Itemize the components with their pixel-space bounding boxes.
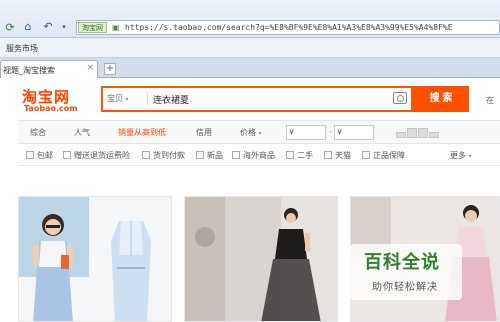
filter-bar: 包邮 赠送退货运费险 货到付款 新品 海外商品 二手 天猫 正品保障 更多 ▾ [18, 144, 500, 166]
checkbox-icon[interactable] [142, 151, 150, 159]
search-button[interactable]: 搜 索 [413, 86, 469, 112]
lock-icon: ▣ [112, 23, 120, 32]
checkbox-icon[interactable] [26, 151, 34, 159]
filter-tmall[interactable]: 天猫 [324, 150, 351, 161]
checkbox-icon[interactable] [196, 151, 204, 159]
sort-popularity[interactable]: 人气 [74, 127, 90, 138]
filter-label: 货到付款 [153, 151, 185, 160]
watermark-subtitle: 助你轻松解决 [372, 282, 438, 293]
filter-label: 赠送退货运费险 [74, 151, 130, 160]
filter-free-shipping[interactable]: 包邮 [26, 150, 53, 161]
search-category-select[interactable]: 宝贝 ▾ [107, 93, 145, 104]
checkbox-icon[interactable] [362, 151, 370, 159]
sort-sales[interactable]: 销量从高到低 [118, 127, 166, 138]
tab-title: 视题_淘宝搜索 [3, 66, 55, 75]
bookmark-service-market[interactable]: 服务市场 [6, 43, 38, 54]
more-label: 更多 [450, 151, 466, 160]
tab-taobao-search[interactable]: 视题_淘宝搜索 × [0, 60, 98, 78]
price-dash: - [329, 127, 332, 136]
filter-overseas[interactable]: 海外商品 [232, 150, 275, 161]
filter-label: 新品 [207, 151, 223, 160]
chevron-down-icon[interactable]: ▾ [56, 20, 72, 34]
address-bar[interactable]: 淘宝网 ▣ https://s.taobao.com/search?q=%E8%… [76, 20, 500, 35]
address-url[interactable]: https://s.taobao.com/search?q=%E8%BF%9E%… [125, 22, 495, 34]
checkbox-icon[interactable] [232, 151, 240, 159]
more-filters[interactable]: 更多 ▾ [450, 150, 472, 161]
refresh-icon[interactable]: ⟳ [2, 21, 18, 35]
product-card[interactable] [184, 196, 338, 322]
watermark: 百科全说 助你轻松解决 [350, 244, 462, 300]
chevron-down-icon: ▾ [468, 153, 472, 160]
filter-label: 海外商品 [243, 151, 275, 160]
close-icon[interactable]: × [86, 63, 94, 73]
filter-label: 天猫 [335, 151, 351, 160]
checkbox-icon[interactable] [286, 151, 294, 159]
home-icon[interactable]: ⌂ [20, 20, 36, 34]
header-right-text[interactable]: 在 [486, 95, 494, 106]
chevron-down-icon: ▾ [258, 130, 262, 137]
checkbox-icon[interactable] [63, 151, 71, 159]
product-image [185, 197, 337, 321]
filter-label: 正品保障 [373, 151, 405, 160]
filter-genuine[interactable]: 正品保障 [362, 150, 405, 161]
divider [147, 92, 148, 106]
chevron-down-icon: ▾ [125, 96, 129, 103]
price-min-input[interactable]: ¥ [286, 125, 326, 140]
filter-return-insurance[interactable]: 赠送退货运费险 [63, 150, 130, 161]
price-max-input[interactable]: ¥ [334, 125, 374, 140]
filter-label: 二手 [297, 151, 313, 160]
filter-secondhand[interactable]: 二手 [286, 150, 313, 161]
new-tab-button[interactable]: + [104, 63, 116, 75]
checkbox-icon[interactable] [324, 151, 332, 159]
view-toggle-icon[interactable] [396, 128, 439, 138]
filter-cash-on-delivery[interactable]: 货到付款 [142, 150, 185, 161]
sort-credit[interactable]: 信用 [196, 127, 212, 138]
filter-new[interactable]: 新品 [196, 150, 223, 161]
watermark-title: 百科全说 [364, 252, 440, 273]
camera-icon[interactable] [393, 92, 407, 104]
sort-comprehensive[interactable]: 综合 [30, 127, 46, 138]
search-category-label: 宝贝 [107, 94, 123, 103]
address-site-badge: 淘宝网 [78, 22, 107, 33]
browser-toolbar: ⟳ ⌂ ↶ ▾ 淘宝网 ▣ https://s.taobao.com/searc… [0, 0, 500, 38]
sort-price-label: 价格 [240, 128, 256, 137]
product-card[interactable] [18, 196, 172, 322]
bookmark-bar: 服务市场 [0, 38, 500, 58]
logo-subtitle: Taobao.com [24, 104, 78, 113]
sort-price[interactable]: 价格 ▾ [240, 127, 262, 138]
undo-icon[interactable]: ↶ [40, 20, 56, 34]
product-image [19, 197, 171, 321]
site-header: 淘宝网 Taobao.com 宝贝 ▾ 搜 索 在 [0, 78, 500, 120]
tab-strip: 视题_淘宝搜索 × + [0, 58, 500, 78]
filter-label: 包邮 [37, 151, 53, 160]
sort-bar: 综合 人气 销量从高到低 信用 价格 ▾ ¥ - ¥ [18, 120, 500, 144]
taobao-page: 淘宝网 Taobao.com 宝贝 ▾ 搜 索 在 综合 人气 销量从高到低 信… [0, 78, 500, 322]
search-input[interactable] [153, 91, 388, 108]
search-box: 宝贝 ▾ [101, 86, 413, 112]
